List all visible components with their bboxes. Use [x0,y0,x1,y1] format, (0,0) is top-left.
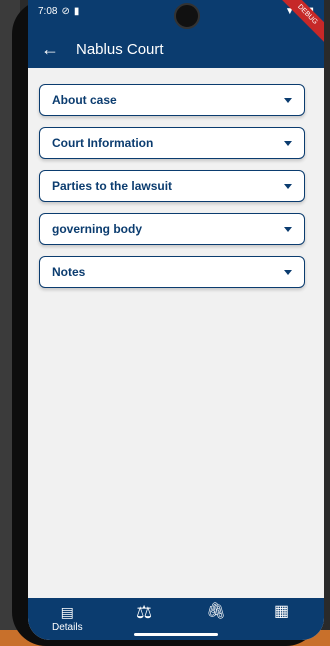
section-label: Parties to the lawsuit [52,179,173,193]
list-icon: ▤ [60,604,74,620]
phone-frame: 7:08 ⊘ ▮ ▼ ◢ ▮ DEBUG ← Nablus Court Abou… [12,0,324,646]
page-title: Nablus Court [76,40,164,58]
dnd-icon: ⊘ [61,5,70,17]
gavel-icon: ⚖ [136,602,153,622]
nav-label: Details [52,622,83,633]
section-label: governing body [52,222,142,236]
section-label: Notes [52,265,86,279]
chevron-down-icon [284,269,292,275]
camera-notch [174,3,200,29]
home-indicator[interactable] [134,633,218,636]
app-screen: 7:08 ⊘ ▮ ▼ ◢ ▮ DEBUG ← Nablus Court Abou… [28,0,324,640]
calendar-icon: ▦ [274,603,290,620]
chevron-down-icon [284,226,292,232]
section-label: Court Information [52,136,154,150]
app-bar: 7:08 ⊘ ▮ ▼ ◢ ▮ DEBUG ← Nablus Court [28,0,324,68]
back-arrow-icon[interactable]: ← [38,37,62,61]
nav-details[interactable]: ▤ Details [52,604,83,638]
section-governing-body[interactable]: governing body [39,213,305,245]
chevron-down-icon [284,97,292,103]
paperclip-icon: 🖇 [206,603,227,620]
section-about-case[interactable]: About case [39,84,305,116]
section-parties[interactable]: Parties to the lawsuit [39,170,305,202]
notification-icon: ▮ [73,5,80,17]
section-court-information[interactable]: Court Information [39,127,305,159]
section-notes[interactable]: Notes [39,256,305,288]
content-area: About case Court Information Parties to … [28,68,324,598]
status-time: 7:08 [38,5,58,17]
section-label: About case [52,93,117,107]
status-bar: 7:08 ⊘ ▮ [38,4,79,18]
chevron-down-icon [284,140,292,146]
nav-calendar[interactable]: ▦ [274,604,289,638]
chevron-down-icon [284,183,292,189]
